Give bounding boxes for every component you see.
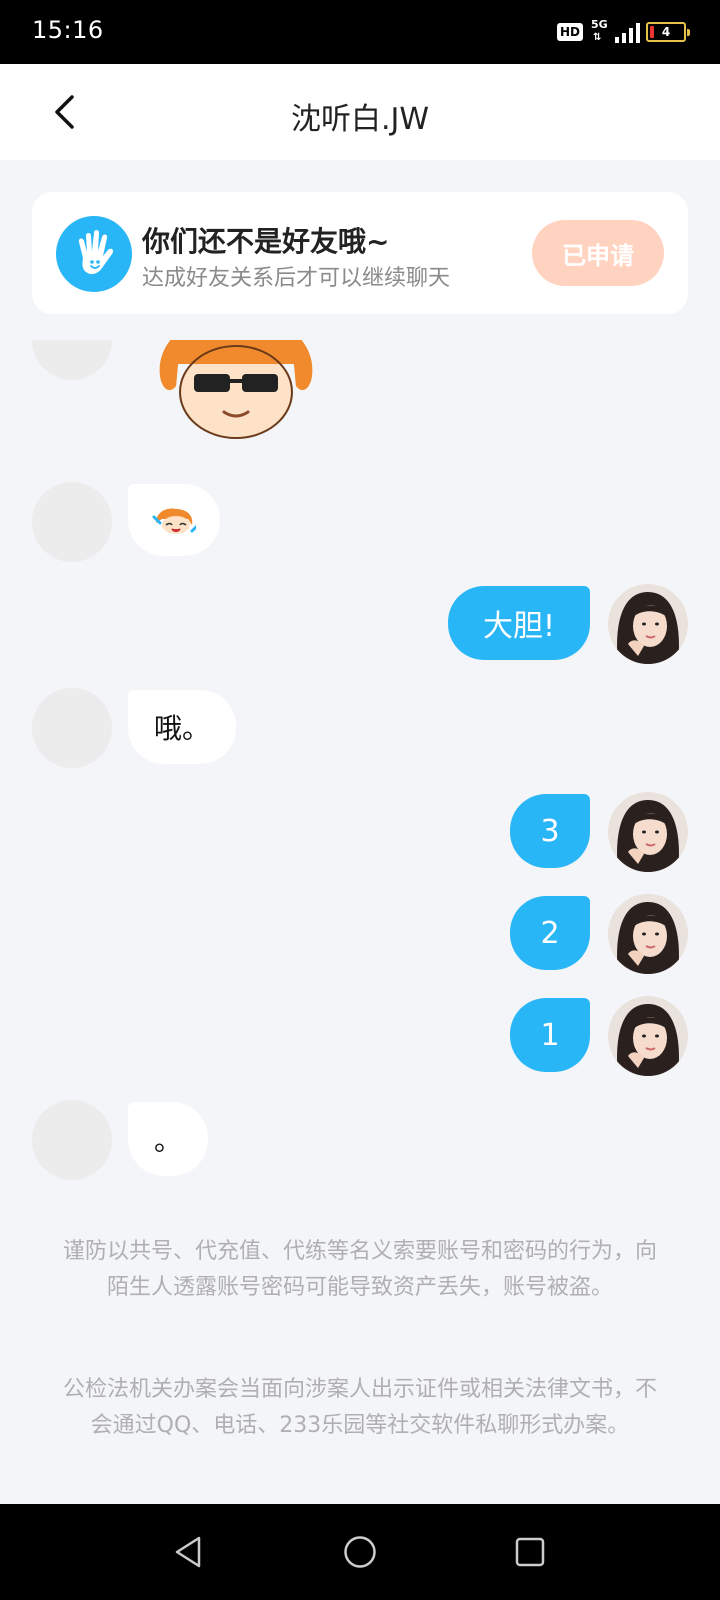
wave-hand-icon	[56, 216, 132, 292]
chat-header: 沈听白.JW	[0, 64, 720, 160]
my-avatar[interactable]	[608, 996, 688, 1076]
status-time: 15:16	[32, 16, 104, 44]
message-bubble-outgoing[interactable]: 1	[510, 998, 590, 1072]
security-notice: 公检法机关办案会当面向涉案人出示证件或相关法律文书，不会通过QQ、电话、233乐…	[62, 1377, 657, 1438]
message-text: 哦。	[153, 712, 210, 745]
contact-avatar[interactable]	[32, 1100, 112, 1180]
message-bubble-outgoing[interactable]: 2	[510, 896, 590, 970]
contact-avatar[interactable]	[32, 688, 112, 768]
square-recents-icon	[515, 1537, 545, 1567]
message-bubble-incoming[interactable]: 哦。	[128, 690, 236, 764]
security-notice: 谨防以共号、代充值、代练等名义索要账号和密码的行为，向陌生人透露账号密码可能导致…	[62, 1239, 657, 1300]
status-bar: 15:16 HD 5G ⇅ 4	[0, 0, 720, 64]
applied-button[interactable]: 已申请	[532, 220, 664, 286]
nav-home-button[interactable]	[340, 1532, 380, 1572]
nav-back-button[interactable]	[168, 1532, 208, 1572]
message-bubble-outgoing[interactable]: 大胆!	[448, 586, 590, 660]
my-avatar[interactable]	[608, 584, 688, 664]
message-bubble-incoming[interactable]: 。	[128, 1102, 208, 1176]
message-bubble-outgoing[interactable]: 3	[510, 794, 590, 868]
my-avatar[interactable]	[608, 894, 688, 974]
not-friends-subtitle: 达成好友关系后才可以继续聊天	[142, 266, 451, 291]
signal-strength-icon	[615, 21, 640, 43]
nav-recents-button[interactable]	[510, 1532, 550, 1572]
system-nav-bar	[0, 1504, 720, 1600]
small-crying-emoji-sticker	[152, 508, 196, 534]
status-icons: HD 5G ⇅ 4	[556, 18, 690, 46]
not-friends-banner: 你们还不是好友哦~ 达成好友关系后才可以继续聊天 已申请	[32, 192, 688, 314]
orange-hair-sunglasses-sticker[interactable]	[154, 340, 318, 444]
circle-home-icon	[344, 1536, 376, 1568]
contact-avatar[interactable]	[32, 340, 112, 380]
triangle-back-icon	[175, 1536, 201, 1568]
message-text: 1	[540, 1017, 560, 1053]
message-bubble-incoming[interactable]	[128, 484, 220, 556]
message-text: 大胆!	[482, 609, 556, 644]
chat-message-list[interactable]: 大胆! 哦。 3 2 1 。 谨防以共号、代充值、代练等名义索要账号和密码的行为…	[0, 340, 720, 1504]
my-avatar[interactable]	[608, 792, 688, 872]
contact-avatar[interactable]	[32, 482, 112, 562]
hd-icon: HD	[556, 23, 583, 41]
network-type-icon: 5G ⇅	[591, 18, 608, 44]
message-text: 2	[540, 915, 560, 951]
message-text: 3	[540, 813, 560, 849]
message-text: 。	[153, 1124, 182, 1157]
chat-title: 沈听白.JW	[290, 102, 430, 137]
not-friends-title: 你们还不是好友哦~	[142, 225, 390, 258]
battery-icon: 4	[646, 22, 690, 42]
battery-level: 4	[661, 25, 671, 39]
